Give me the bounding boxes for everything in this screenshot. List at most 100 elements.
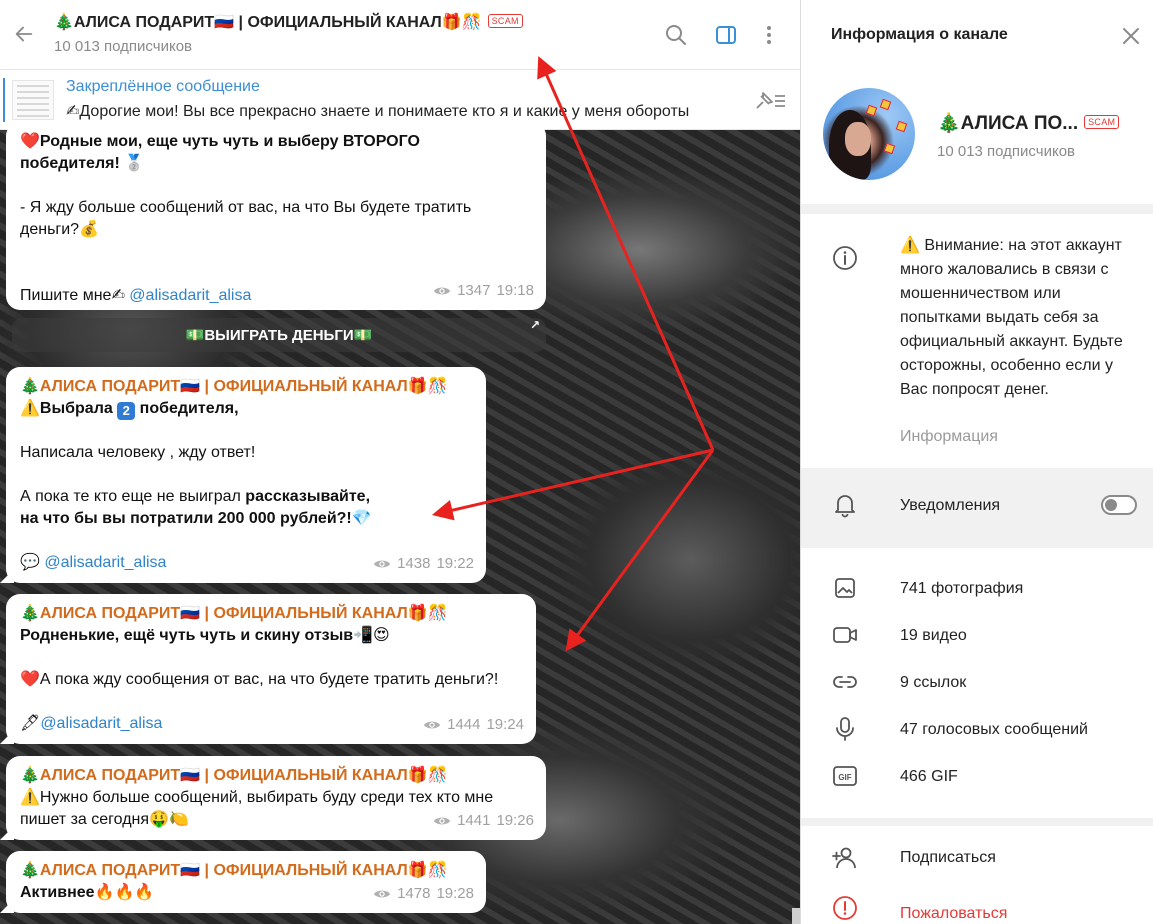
- message-meta: 1438 19:22: [373, 553, 474, 575]
- avatar-gift-decoration: [895, 120, 908, 133]
- mic-icon: [831, 715, 859, 743]
- warning-caption: Информация: [900, 428, 998, 445]
- report-icon: [831, 894, 859, 922]
- arrow-left-icon: [15, 26, 33, 42]
- eye-icon: [373, 560, 391, 568]
- bubble-tail: [0, 899, 14, 913]
- pinned-text: ✍Дорогие мои! Вы все прекрасно знаете и …: [66, 103, 690, 120]
- message-meta: 1347 19:18: [433, 280, 534, 302]
- bubble-tail: [0, 826, 14, 840]
- message-time: 19:28: [436, 885, 474, 902]
- notifications-toggle[interactable]: [1101, 495, 1137, 515]
- chat-area: 🎄АЛИСА ПОДАРИТ🇷🇺 | ОФИЦИАЛЬНЫЙ КАНАЛ🎁🎊 SC…: [0, 0, 800, 924]
- back-button[interactable]: [8, 18, 40, 50]
- more-vertical-icon: [767, 26, 771, 44]
- gif-icon-label: GIF: [838, 773, 851, 782]
- message-time: 19:26: [496, 812, 534, 829]
- message-text: Родненькие, ещё чуть чуть и скину отзыв📲…: [20, 627, 390, 644]
- scrollbar-thumb[interactable]: [792, 908, 800, 924]
- view-count: 1441: [457, 812, 491, 829]
- unpin-icon: [756, 92, 785, 109]
- message-author[interactable]: 🎄АЛИСА ПОДАРИТ🇷🇺 | ОФИЦИАЛЬНЫЙ КАНАЛ🎁🎊: [20, 860, 472, 882]
- view-count: 1444: [447, 716, 481, 733]
- pinned-message[interactable]: Закреплённое сообщение ✍Дорогие мои! Вы …: [0, 70, 800, 130]
- view-count: 1438: [397, 555, 431, 572]
- channel-info-panel: Информация о канале 🎄АЛИСА ПО... SCAM 10 …: [800, 0, 1153, 924]
- channel-title[interactable]: 🎄АЛИСА ПОДАРИТ🇷🇺 | ОФИЦИАЛЬНЫЙ КАНАЛ🎁🎊 SC…: [54, 12, 523, 32]
- mention-link[interactable]: @alisadarit_alisa: [40, 715, 162, 732]
- message-bubble[interactable]: 🎄АЛИСА ПОДАРИТ🇷🇺 | ОФИЦИАЛЬНЫЙ КАНАЛ🎁🎊 А…: [0, 851, 486, 913]
- channel-subscribers: 10 013 подписчиков: [937, 143, 1076, 160]
- sidebar-toggle-button[interactable]: [711, 20, 741, 50]
- message-text: 💬: [20, 554, 45, 571]
- videos-count: 19 видео: [900, 627, 967, 644]
- eye-icon: [433, 817, 451, 825]
- eye-icon: [423, 721, 441, 729]
- message-bubble[interactable]: 🎄АЛИСА ПОДАРИТ🇷🇺 | ОФИЦИАЛЬНЫЙ КАНАЛ🎁🎊 ⚠…: [0, 756, 546, 840]
- close-button[interactable]: [1117, 22, 1145, 50]
- message-text: Написала человеку , жду ответ!: [20, 444, 256, 461]
- search-button[interactable]: [661, 20, 691, 50]
- pinned-thumbnail: [12, 80, 54, 120]
- message-bubble[interactable]: 🎄АЛИСА ПОДАРИТ🇷🇺 | ОФИЦИАЛЬНЫЙ КАНАЛ🎁🎊 ⚠…: [0, 367, 486, 583]
- bubble-tail: [0, 569, 14, 583]
- gif-count: 466 GIF: [900, 768, 958, 785]
- message-text: рассказывайте,: [245, 488, 371, 505]
- close-icon: [1123, 28, 1139, 44]
- message-author[interactable]: 🎄АЛИСА ПОДАРИТ🇷🇺 | ОФИЦИАЛЬНЫЙ КАНАЛ🎁🎊: [20, 765, 532, 787]
- media-photos-row[interactable]: 741 фотография: [801, 566, 1153, 610]
- search-icon: [666, 25, 686, 45]
- message-author[interactable]: 🎄АЛИСА ПОДАРИТ🇷🇺 | ОФИЦИАЛЬНЫЙ КАНАЛ🎁🎊: [20, 376, 472, 398]
- message-text: Пишите мне✍: [20, 287, 130, 304]
- message-text: ❤️А пока жду сообщения от вас, на что бу…: [20, 671, 499, 688]
- number-two-emoji: 2: [117, 402, 136, 420]
- voice-count: 47 голосовых сообщений: [900, 721, 1088, 738]
- message-time: 19:18: [496, 282, 534, 299]
- message-bubble[interactable]: 🎄АЛИСА ПОДАРИТ🇷🇺 | ОФИЦИАЛЬНЫЙ КАНАЛ🎁🎊 Р…: [0, 594, 536, 744]
- info-panel-title: Информация о канале: [831, 26, 1008, 43]
- scam-warning-text: ⚠️ Внимание: на этот аккаунт много жалов…: [900, 237, 1123, 398]
- chat-header: 🎄АЛИСА ПОДАРИТ🇷🇺 | ОФИЦИАЛЬНЫЙ КАНАЛ🎁🎊 SC…: [0, 0, 800, 70]
- report-row[interactable]: Пожаловаться: [801, 890, 1153, 924]
- win-money-button[interactable]: 💵ВЫИГРАТЬ ДЕНЬГИ💵 ↗: [12, 318, 546, 352]
- media-links-row[interactable]: 9 ссылок: [801, 660, 1153, 704]
- view-count: 1478: [397, 885, 431, 902]
- media-voice-row[interactable]: 47 голосовых сообщений: [801, 707, 1153, 751]
- unpin-button[interactable]: [750, 86, 790, 116]
- message-meta: 1444 19:24: [423, 714, 524, 736]
- info-icon: [831, 244, 859, 272]
- more-options-button[interactable]: [754, 20, 784, 50]
- links-count: 9 ссылок: [900, 674, 967, 691]
- message-author[interactable]: 🎄АЛИСА ПОДАРИТ🇷🇺 | ОФИЦИАЛЬНЫЙ КАНАЛ🎁🎊: [20, 603, 522, 625]
- add-user-icon: [831, 844, 859, 872]
- pinned-title: Закреплённое сообщение: [66, 78, 260, 95]
- channel-avatar[interactable]: [823, 88, 915, 180]
- message-text: деньги?💰: [20, 221, 99, 238]
- message-time: 19:22: [436, 555, 474, 572]
- eye-icon: [433, 287, 451, 295]
- subscribe-row[interactable]: Подписаться: [801, 836, 1153, 880]
- eye-icon: [373, 890, 391, 898]
- message-text: победителя! 🥈: [20, 155, 145, 172]
- mention-link[interactable]: @alisadarit_alisa: [44, 554, 166, 571]
- pinned-indicator-bar: [3, 78, 5, 122]
- message-text: - Я жду больше сообщений от вас, на что …: [20, 199, 472, 216]
- message-meta: 1441 19:26: [433, 810, 534, 832]
- message-text: А пока те кто еще не выиграл: [20, 488, 246, 505]
- photos-count: 741 фотография: [900, 580, 1024, 597]
- mention-link[interactable]: @alisadarit_alisa: [129, 287, 251, 304]
- media-gif-row[interactable]: GIF 466 GIF: [801, 754, 1153, 798]
- message-time: 19:24: [486, 716, 524, 733]
- message-bubble[interactable]: ❤️Родные мои, еще чуть чуть и выберу ВТО…: [6, 122, 546, 310]
- avatar-face: [845, 122, 871, 156]
- bubble-tail: [0, 730, 14, 744]
- media-videos-row[interactable]: 19 видео: [801, 613, 1153, 657]
- video-icon: [831, 621, 859, 649]
- avatar-gift-decoration: [879, 98, 892, 111]
- gif-icon: GIF: [831, 762, 859, 790]
- bell-icon: [831, 491, 859, 519]
- report-label: Пожаловаться: [900, 905, 1008, 922]
- message-text: на что бы вы потратили 200 000 рублей?!💎: [20, 510, 372, 527]
- message-meta: 1478 19:28: [373, 883, 474, 905]
- scam-badge: SCAM: [1084, 115, 1120, 129]
